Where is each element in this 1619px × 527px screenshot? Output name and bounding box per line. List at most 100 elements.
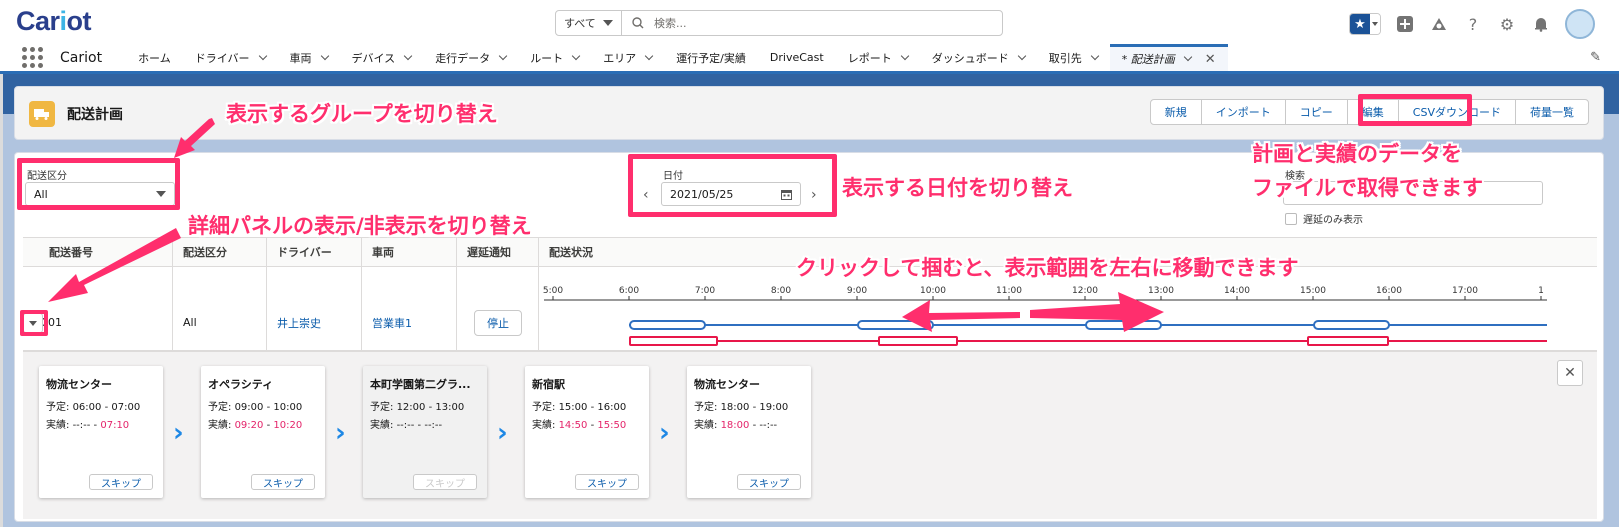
chevron-down-icon[interactable]: [1090, 51, 1099, 60]
global-header: Cariot すべて 検索... ★ ? ⚙: [0, 0, 1619, 44]
plan-bar[interactable]: [1313, 320, 1390, 330]
timeline-tick-label: 14:00: [1224, 286, 1250, 296]
col-category[interactable]: 配送区分: [173, 238, 267, 266]
stop-card[interactable]: 本町学園第二グラ... 予定: 12:00 - 13:00 実績: --:-- …: [363, 366, 487, 498]
chevron-down-icon[interactable]: [571, 51, 581, 60]
plan-bar[interactable]: [857, 320, 934, 330]
annotation-group: 表示するグループを切り替え: [226, 102, 498, 126]
skip-button[interactable]: スキップ: [89, 474, 153, 490]
nav-item-schedule[interactable]: 運行予定/実績: [664, 44, 758, 71]
timeline-tick-label: 6:00: [619, 286, 639, 296]
col-vehicle[interactable]: 車両: [362, 238, 457, 266]
nav-item-report[interactable]: レポート: [836, 44, 920, 71]
nav-item-driver[interactable]: ドライバー: [183, 44, 278, 71]
chevron-down-icon[interactable]: [258, 51, 267, 60]
stop-card[interactable]: オペラシティ 予定: 09:00 - 10:00 実績: 09:20 - 10:…: [201, 366, 325, 498]
nav-item-drive-data[interactable]: 走行データ: [423, 44, 518, 71]
search-scope-select[interactable]: すべて: [556, 11, 622, 35]
chevron-down-icon[interactable]: [498, 51, 508, 60]
timeline-tick-label: 17:00: [1452, 286, 1478, 296]
col-late-notice[interactable]: 遅延通知: [457, 238, 539, 266]
skip-button[interactable]: スキップ: [251, 474, 315, 490]
chevron-right-icon: ›: [497, 418, 508, 448]
actual-label: 実績:: [694, 420, 718, 431]
favorites-button[interactable]: ★: [1349, 13, 1381, 35]
plan-bar[interactable]: [1085, 320, 1162, 330]
skip-button[interactable]: スキップ: [575, 474, 639, 490]
plan-end: 07:00: [111, 402, 141, 413]
trailhead-icon[interactable]: [1429, 14, 1449, 34]
annotation-csv-line1: 計画と実績のデータを: [1252, 142, 1462, 166]
chevron-down-icon[interactable]: [1017, 51, 1026, 60]
pencil-icon[interactable]: ✎: [1590, 50, 1601, 65]
nav-item-device[interactable]: デバイス: [340, 44, 424, 71]
search-placeholder: 検索...: [654, 17, 687, 30]
nav-item-label: ダッシュボード: [931, 51, 1009, 65]
chevron-down-icon[interactable]: [1183, 52, 1192, 62]
late-only-checkbox[interactable]: [1285, 212, 1297, 225]
chevron-down-icon[interactable]: [403, 51, 413, 60]
nav-item-vehicle[interactable]: 車両: [278, 44, 340, 71]
close-panel-button[interactable]: ✕: [1557, 360, 1583, 386]
row-late-notice: 停止: [457, 267, 539, 350]
new-button[interactable]: 新規: [1149, 99, 1202, 125]
actual-label: 実績:: [532, 420, 556, 431]
stop-notice-button[interactable]: 停止: [474, 309, 522, 336]
nav-item-area[interactable]: エリア: [591, 44, 664, 71]
stop-name: 新宿駅: [532, 378, 565, 391]
col-number[interactable]: 配送番号: [23, 238, 173, 266]
gear-icon[interactable]: ⚙: [1497, 14, 1517, 34]
nav-item-delivery-plan[interactable]: * 配送計画 ✕: [1109, 44, 1228, 71]
timeline-tick-label: 8:00: [771, 286, 791, 296]
nav-item-label: ドライバー: [194, 51, 250, 65]
timeline-tick-label: 16:00: [1376, 286, 1402, 296]
vehicle-link[interactable]: 営業車1: [362, 267, 457, 350]
chevron-down-icon: [603, 20, 613, 26]
page-title: 配送計画: [67, 107, 123, 123]
nav-item-drivecast[interactable]: DriveCast: [758, 44, 836, 71]
nav-item-home[interactable]: ホーム: [126, 44, 183, 71]
actual-bar[interactable]: [878, 336, 958, 346]
nav-item-label: ホーム: [138, 51, 171, 65]
app-launcher-icon[interactable]: [22, 46, 44, 69]
user-avatar[interactable]: [1565, 9, 1595, 39]
actual-start: --:--: [396, 420, 415, 431]
app-name: Cariot: [60, 49, 103, 66]
stop-plan: 予定: 06:00 - 07:00: [46, 402, 141, 413]
stop-card[interactable]: 物流センター 予定: 06:00 - 07:00 実績: --:-- - 07:…: [39, 366, 163, 498]
plan-end: 16:00: [597, 402, 627, 413]
col-driver[interactable]: ドライバー: [267, 238, 362, 266]
add-icon[interactable]: [1395, 14, 1415, 34]
nav-item-route[interactable]: ルート: [518, 44, 591, 71]
cariot-logo[interactable]: Cariot: [16, 6, 92, 37]
actual-bar[interactable]: [629, 336, 718, 346]
nav-item-account[interactable]: 取引先: [1037, 44, 1110, 71]
plan-label: 予定:: [370, 402, 394, 413]
help-icon[interactable]: ?: [1463, 14, 1483, 34]
actual-start: 18:00: [720, 420, 750, 431]
search-scope-label: すべて: [564, 17, 596, 30]
chevron-down-icon[interactable]: [320, 51, 329, 60]
driver-link[interactable]: 井上崇史: [267, 267, 362, 350]
nav-item-dashboard[interactable]: ダッシュボード: [920, 44, 1037, 71]
late-only-toggle[interactable]: 遅延のみ表示: [1285, 211, 1363, 226]
actual-bar[interactable]: [1307, 336, 1389, 346]
plan-bar[interactable]: [629, 320, 706, 330]
stop-card[interactable]: 物流センター 予定: 18:00 - 19:00 実績: 18:00 - --:…: [687, 366, 811, 498]
chevron-down-icon[interactable]: [644, 51, 654, 60]
row-category: All: [173, 267, 267, 350]
import-button[interactable]: インポート: [1200, 99, 1286, 125]
bell-icon[interactable]: [1531, 14, 1551, 34]
copy-button[interactable]: コピー: [1284, 99, 1348, 125]
nav-item-label: 走行データ: [435, 51, 491, 65]
load-list-button[interactable]: 荷量一覧: [1515, 99, 1589, 125]
search-input[interactable]: 検索...: [622, 15, 1002, 31]
chevron-down-icon[interactable]: [900, 51, 909, 60]
stop-actual: 実績: 18:00 - --:--: [694, 420, 778, 431]
stop-card[interactable]: 新宿駅 予定: 15:00 - 16:00 実績: 14:50 - 15:50 …: [525, 366, 649, 498]
skip-button[interactable]: スキップ: [737, 474, 801, 490]
plan-label: 予定:: [46, 402, 70, 413]
close-icon[interactable]: ✕: [1205, 52, 1216, 67]
actual-start: --:--: [72, 420, 91, 431]
timeline-tick-label: 9:00: [847, 286, 867, 296]
